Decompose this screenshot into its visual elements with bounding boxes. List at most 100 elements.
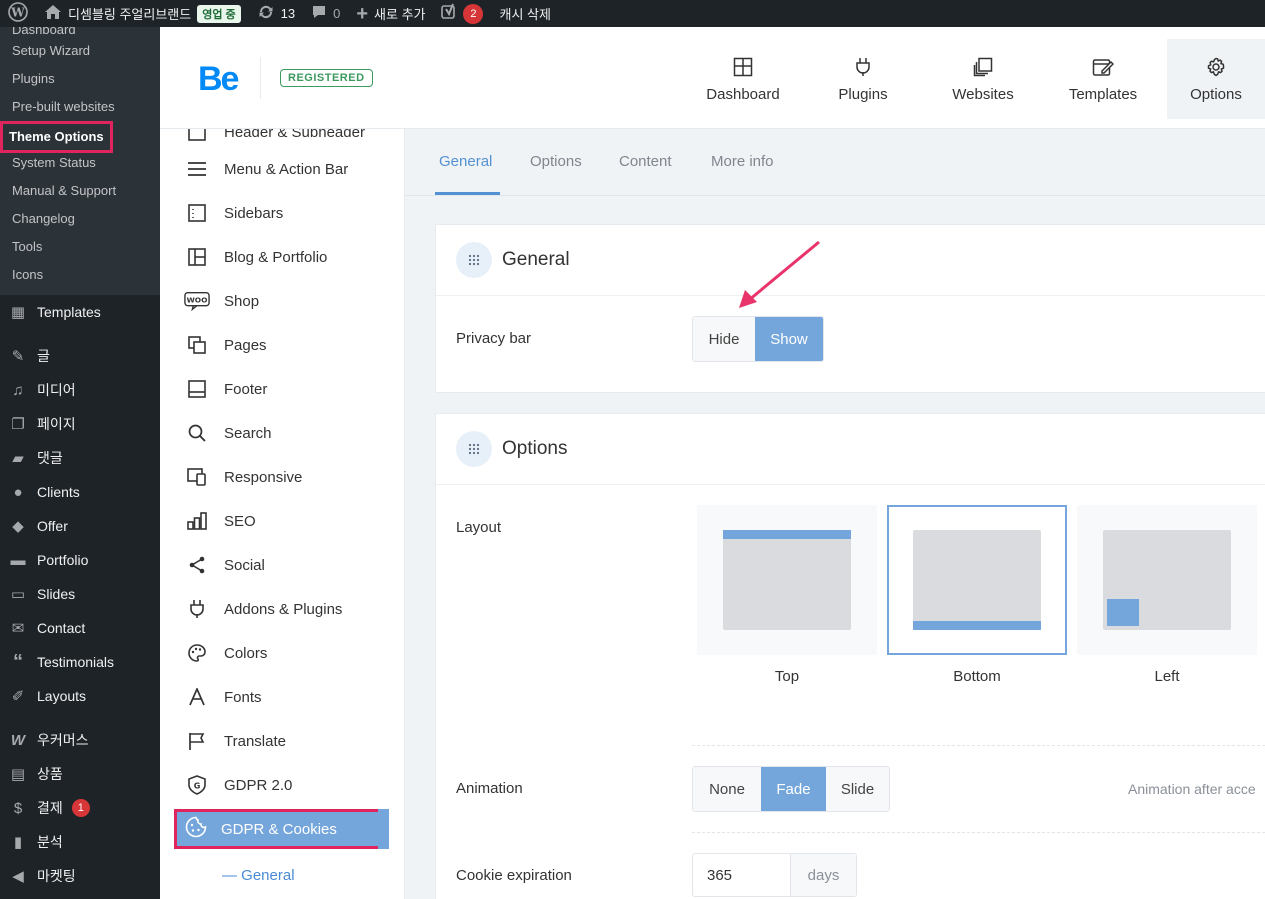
opt-subitem-general[interactable]: — General [222, 867, 295, 884]
menu-item-products[interactable]: ▤ 상품 [0, 757, 160, 791]
slides-icon: ▭ [10, 586, 26, 603]
layout-option-top[interactable] [697, 505, 877, 655]
wp-logo-menu[interactable]: W [0, 0, 36, 27]
submenu-item-icons[interactable]: Icons [0, 261, 160, 289]
site-status-badge: 영업 중 [197, 4, 241, 23]
menu-item-pages[interactable]: ❐ 페이지 [0, 407, 160, 441]
opt-item-header-subheader[interactable]: Header & Subheader [184, 129, 365, 147]
annotation-arrow [739, 240, 820, 308]
cookie-expiration-field[interactable]: 365 days [692, 853, 857, 897]
opt-item-seo[interactable]: SEO [184, 506, 256, 536]
opt-item-label: Blog & Portfolio [224, 248, 328, 266]
opt-item-label: Shop [224, 292, 260, 310]
submenu-item-dashboard[interactable]: Dashboard [0, 27, 160, 37]
menu-item-portfolio[interactable]: ▬ Portfolio [0, 543, 160, 577]
updates-menu[interactable]: 13 [249, 0, 303, 27]
drag-grip-icon[interactable] [456, 242, 492, 278]
opt-item-label: SEO [224, 512, 256, 530]
drag-grip-icon[interactable] [456, 431, 492, 467]
menu-item-testimonials[interactable]: “ Testimonials [0, 645, 160, 679]
cookie-expiration-input[interactable]: 365 [693, 854, 791, 896]
opt-item-blog-portfolio[interactable]: Blog & Portfolio [184, 242, 327, 272]
opt-item-footer[interactable]: Footer [184, 374, 267, 404]
top-nav-templates[interactable]: Templates [1043, 39, 1163, 119]
layout-preview [913, 530, 1041, 630]
top-nav-dashboard[interactable]: Dashboard [683, 39, 803, 119]
opt-item-gdpr-cookies[interactable]: GDPR & Cookies [174, 809, 388, 849]
comments-count: 0 [333, 6, 341, 21]
opt-item-label: Menu & Action Bar [224, 160, 349, 178]
menu-item-label: Clients [37, 484, 80, 500]
menu-item-label: 결제 [37, 800, 63, 816]
submenu-item-manual-support[interactable]: Manual & Support [0, 177, 160, 205]
opt-item-pages[interactable]: Pages [184, 330, 267, 360]
flag-icon [184, 730, 210, 752]
menu-item-comments[interactable]: ▰ 댓글 [0, 441, 160, 475]
site-name-menu[interactable]: 디셈블링 주얼리브랜드 영업 중 [36, 0, 249, 27]
menu-item-clients[interactable]: ● Clients [0, 475, 160, 509]
top-nav-plugins[interactable]: Plugins [803, 39, 923, 119]
opt-item-colors[interactable]: Colors [184, 638, 267, 668]
submenu-item-setup-wizard[interactable]: Setup Wizard [0, 37, 160, 65]
opt-item-fonts[interactable]: Fonts [184, 682, 262, 712]
opt-item-shop[interactable]: WOO Shop [184, 286, 259, 316]
animation-label: Animation [456, 780, 523, 797]
layout-option-bottom[interactable] [887, 505, 1067, 655]
menu-item-offer[interactable]: ◆ Offer [0, 509, 160, 543]
menu-item-label: Layouts [37, 688, 87, 704]
site-name: 디셈블링 주얼리브랜드 [68, 7, 192, 22]
brush-icon: ✐ [11, 688, 25, 705]
tab-more-info[interactable]: More info [711, 153, 774, 170]
opt-item-social[interactable]: Social [184, 550, 265, 580]
submenu-item-changelog[interactable]: Changelog [0, 205, 160, 233]
submenu-item-plugins[interactable]: Plugins [0, 65, 160, 93]
comments-menu[interactable]: 0 [303, 0, 348, 27]
sidebar-icon [184, 202, 210, 224]
top-nav-websites[interactable]: Websites [923, 39, 1043, 119]
yoast-menu[interactable]: 2 [433, 0, 491, 27]
menu-item-woocommerce[interactable]: W 우커머스 [0, 723, 160, 757]
privacy-bar-show-button[interactable]: Show [755, 317, 823, 361]
clear-cache-button[interactable]: 캐시 삭제 [491, 0, 558, 27]
submenu-item-theme-options[interactable]: Theme Options [0, 121, 160, 153]
menu-item-layouts[interactable]: ✐ Layouts [0, 679, 160, 713]
opt-item-sidebars[interactable]: Sidebars [184, 198, 283, 228]
menu-item-payments[interactable]: $ 결제 1 [0, 791, 160, 825]
tab-options[interactable]: Options [530, 153, 582, 170]
privacy-bar-hide-button[interactable]: Hide [693, 317, 755, 361]
animation-none-button[interactable]: None [693, 767, 761, 811]
animation-slide-button[interactable]: Slide [826, 767, 889, 811]
tab-content[interactable]: Content [619, 153, 672, 170]
submenu-item-system-status[interactable]: System Status [0, 149, 160, 177]
layout-option-left[interactable] [1077, 505, 1257, 655]
new-content-menu[interactable]: + 새로 추가 [348, 0, 433, 27]
submenu-item-prebuilt-websites[interactable]: Pre-built websites [0, 93, 160, 121]
menu-item-media[interactable]: ♫ 미디어 [0, 373, 160, 407]
page-icon: ❐ [11, 416, 25, 433]
options-panel-header: Options [436, 414, 1265, 485]
tab-general[interactable]: General [439, 153, 492, 170]
menu-item-label: Templates [37, 304, 101, 320]
menu-item-slides[interactable]: ▭ Slides [0, 577, 160, 611]
menu-item-label: 분석 [37, 834, 63, 850]
menu-item-posts[interactable]: ✎ 글 [0, 339, 160, 373]
general-panel: General [435, 224, 1265, 393]
be-logo: Be [198, 60, 239, 98]
opt-item-menu-action-bar[interactable]: Menu & Action Bar [184, 154, 348, 184]
dashboard-icon [732, 56, 754, 78]
animation-fade-button[interactable]: Fade [761, 767, 826, 811]
menu-item-analytics[interactable]: ▮ 분석 [0, 825, 160, 859]
opt-item-search[interactable]: Search [184, 418, 272, 448]
menu-item-contact[interactable]: ✉ Contact [0, 611, 160, 645]
svg-text:G: G [194, 782, 201, 791]
submenu-item-tools[interactable]: Tools [0, 233, 160, 261]
menu-item-marketing[interactable]: ◀ 마켓팅 [0, 859, 160, 893]
menu-item-label: 댓글 [37, 450, 63, 466]
top-nav-options[interactable]: Options [1167, 39, 1265, 119]
opt-item-gdpr-2[interactable]: G GDPR 2.0 [184, 770, 292, 800]
layout-preview [1103, 530, 1231, 630]
menu-item-templates[interactable]: ▦ Templates [0, 295, 160, 329]
opt-item-responsive[interactable]: Responsive [184, 462, 302, 492]
opt-item-addons-plugins[interactable]: Addons & Plugins [184, 594, 342, 624]
opt-item-translate[interactable]: Translate [184, 726, 286, 756]
